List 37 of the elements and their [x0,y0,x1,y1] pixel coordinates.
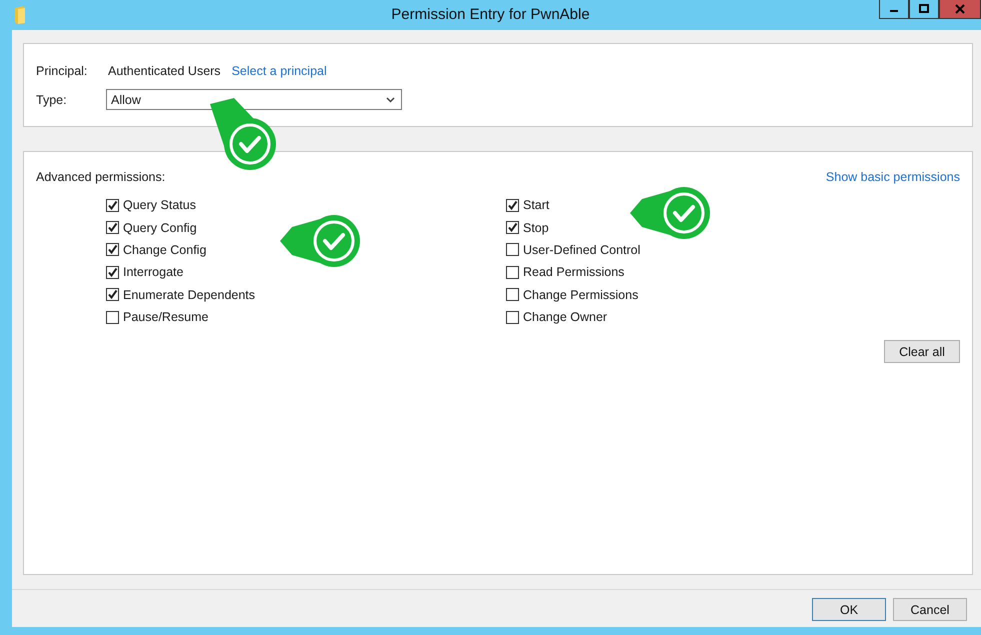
check-icon [507,222,518,234]
principal-label: Principal: [36,64,88,78]
folder-icon [14,6,26,24]
check-icon [107,266,118,278]
show-basic-permissions-link[interactable]: Show basic permissions [826,170,960,184]
maximize-button[interactable] [909,0,939,19]
permission-checkbox[interactable]: Change Permissions [506,284,906,306]
permission-checkbox[interactable]: Enumerate Dependents [106,284,506,306]
permission-checkbox[interactable]: Change Config [106,238,506,262]
dialog-button[interactable]: OK [812,598,886,621]
check-icon [107,289,118,300]
permission-checkbox[interactable]: Interrogate [106,261,506,284]
caret-icon [386,96,395,102]
permission-checkbox[interactable]: Pause/Resume [106,306,506,328]
check-icon [507,200,518,211]
check-icon [107,222,118,234]
check-icon [107,244,118,256]
minimize-button[interactable] [879,0,909,19]
permission-checkbox[interactable]: Read Permissions [506,261,906,284]
permission-checkbox[interactable]: Query Status [106,194,506,216]
select-principal-link[interactable]: Select a principal [232,64,327,78]
permission-checkbox[interactable]: Change Owner [506,306,906,328]
permission-checkbox[interactable]: Stop [506,216,906,239]
principal-value: Authenticated Users [108,64,221,78]
permission-checkbox[interactable]: User-Defined Control [506,238,906,262]
advanced-permissions-label: Advanced permissions: [36,170,166,184]
permission-checkbox[interactable]: Query Config [106,216,506,239]
permission-checkbox[interactable]: Start [506,194,906,216]
type-dropdown[interactable]: Allow [106,89,402,110]
check-icon [107,200,118,211]
dialog-button[interactable]: Cancel [893,598,967,621]
close-icon [955,4,965,14]
maximize-icon [919,4,929,14]
type-label: Type: [36,92,68,106]
window-title: Permission Entry for PwnAble [390,6,591,23]
clear-all-button[interactable]: Clear all [884,340,960,364]
close-button[interactable] [939,0,981,19]
